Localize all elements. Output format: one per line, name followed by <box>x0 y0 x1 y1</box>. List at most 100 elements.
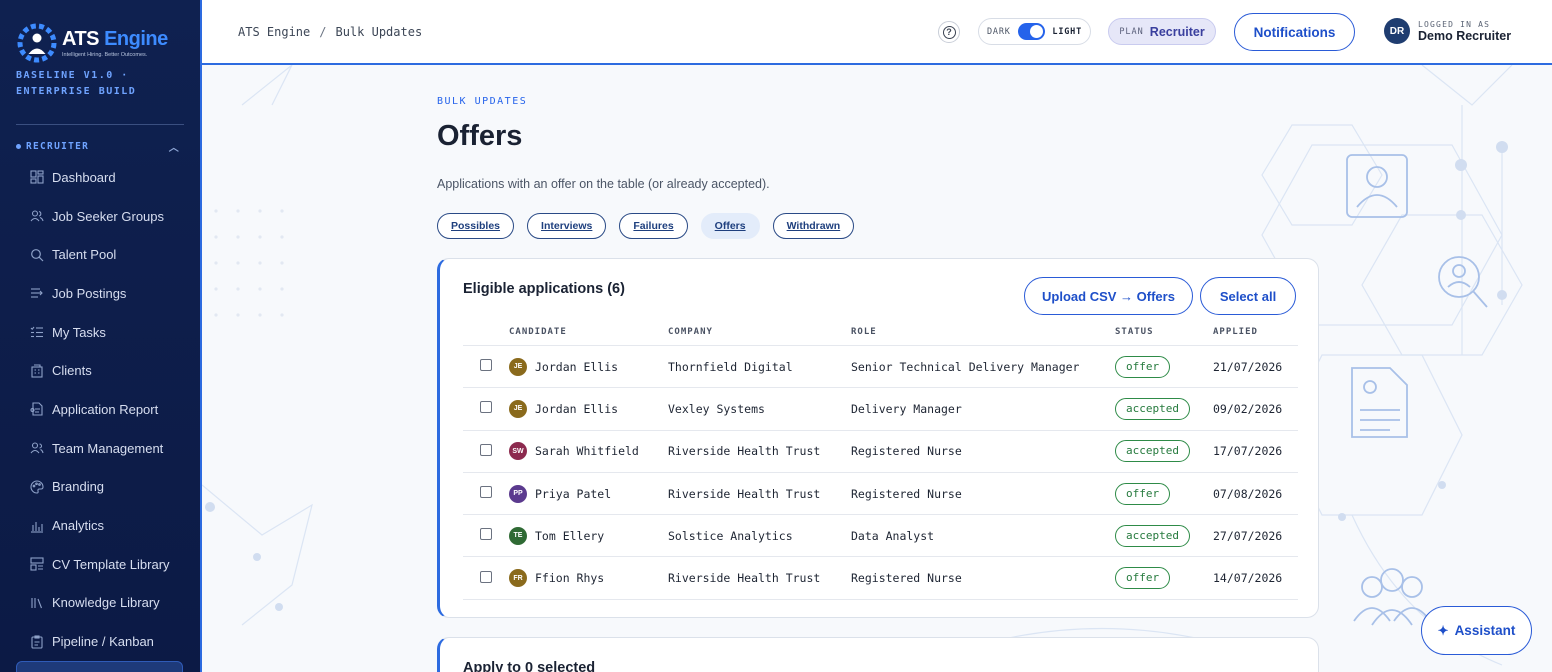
palette-icon <box>30 480 44 494</box>
section-dot-icon <box>16 144 21 149</box>
tab-withdrawn[interactable]: Withdrawn <box>772 213 855 239</box>
tab-failures[interactable]: Failures <box>619 213 688 239</box>
table-row[interactable]: FR Ffion Rhys Riverside Health Trust Regi… <box>463 557 1298 600</box>
sidebar-item-my-tasks[interactable]: My Tasks <box>16 313 184 352</box>
row-checkbox[interactable] <box>480 486 492 499</box>
sidebar-item-label: Knowledge Library <box>52 595 160 611</box>
bar-chart-icon <box>30 519 44 533</box>
dashboard-icon <box>30 170 44 184</box>
sidebar-item-label: Branding <box>52 479 105 495</box>
sidebar-section-recruiter[interactable]: RECRUITER ︿ <box>16 139 184 154</box>
plan-label: PLAN <box>1119 26 1144 37</box>
candidate-name[interactable]: Sarah Whitfield <box>535 444 639 458</box>
row-checkbox[interactable] <box>480 570 492 583</box>
applications-table: CANDIDATE COMPANY ROLE STATUS APPLIED JE… <box>463 319 1298 600</box>
role-name: Delivery Manager <box>851 401 962 416</box>
row-checkbox[interactable] <box>480 359 492 372</box>
gear-person-logo-icon <box>17 23 57 63</box>
clipboard-icon <box>30 635 44 649</box>
page-eyebrow: BULK UPDATES <box>437 96 528 107</box>
help-button[interactable]: ? <box>938 21 960 43</box>
search-icon <box>30 248 44 262</box>
brand-tagline: Intelligent Hiring. Better Outcomes. <box>62 52 148 58</box>
sidebar-item-application-report[interactable]: Application Report <box>16 390 184 429</box>
candidate-name[interactable]: Jordan Ellis <box>535 402 618 416</box>
table-row[interactable]: PP Priya Patel Riverside Health Trust Reg… <box>463 473 1298 516</box>
column-header-status: STATUS <box>1115 327 1154 337</box>
tasks-icon <box>30 325 44 339</box>
template-icon <box>30 557 44 571</box>
notifications-button[interactable]: Notifications <box>1234 13 1355 51</box>
status-badge: offer <box>1115 482 1171 505</box>
theme-dark-label: DARK <box>987 26 1011 37</box>
table-row[interactable]: TE Tom Ellery Solstice Analytics Data Ana… <box>463 515 1298 558</box>
sidebar-item-cv-template-library[interactable]: CV Template Library <box>16 545 184 584</box>
sidebar-item-team-management[interactable]: Team Management <box>16 429 184 468</box>
sidebar-item-label: Application Report <box>52 401 159 417</box>
status-badge: accepted <box>1115 397 1190 420</box>
upload-csv-button[interactable]: Upload CSV → Offers <box>1024 277 1193 315</box>
avatar: JE <box>509 357 527 376</box>
tab-possibles[interactable]: Possibles <box>437 213 515 239</box>
brand-logo[interactable]: ATS Engine Intelligent Hiring. Better Ou… <box>16 22 168 64</box>
user-menu[interactable]: DR LOGGED IN AS Demo Recruiter <box>1384 18 1511 44</box>
company-name: Riverside Health Trust <box>668 571 821 586</box>
toggle-knob <box>1030 25 1044 38</box>
sidebar-item-label: Talent Pool <box>52 247 117 263</box>
building-icon <box>30 364 44 378</box>
sidebar-item-branding[interactable]: Branding <box>16 468 184 507</box>
plan-value: Recruiter <box>1149 24 1205 39</box>
sidebar-item-label: Team Management <box>52 440 164 456</box>
sidebar-item-analytics[interactable]: Analytics <box>16 506 184 545</box>
sidebar-item-clients[interactable]: Clients <box>16 351 184 390</box>
sidebar-item-label: CV Template Library <box>52 556 170 572</box>
sidebar-item-knowledge-library[interactable]: Knowledge Library <box>16 584 184 623</box>
sidebar-item-label: Dashboard <box>52 169 116 185</box>
avatar: PP <box>509 484 527 503</box>
sidebar-item-talent-pool[interactable]: Talent Pool <box>16 235 184 274</box>
table-row[interactable]: SW Sarah Whitfield Riverside Health Trust… <box>463 431 1298 473</box>
breadcrumb-home[interactable]: ATS Engine <box>238 25 310 39</box>
apply-selected-card: Apply to 0 selected <box>437 637 1319 672</box>
column-header-candidate: CANDIDATE <box>509 327 567 337</box>
sidebar-item-label: Pipeline / Kanban <box>52 634 154 650</box>
apply-title: Apply to 0 selected <box>463 660 596 672</box>
role-name: Data Analyst <box>851 528 935 543</box>
assistant-button[interactable]: ✦ Assistant <box>1421 606 1532 655</box>
applied-date: 14/07/2026 <box>1213 571 1283 586</box>
candidate-name[interactable]: Ffion Rhys <box>535 571 604 585</box>
sidebar-item-job-postings[interactable]: Job Postings <box>16 274 184 313</box>
brand-name: ATS Engine <box>62 28 168 50</box>
sidebar-item-dashboard[interactable]: Dashboard <box>16 158 184 197</box>
team-icon <box>30 441 44 455</box>
assistant-label: Assistant <box>1454 623 1516 638</box>
column-header-company: COMPANY <box>668 327 713 337</box>
sidebar-item-active-bulk-updates[interactable] <box>16 661 183 672</box>
table-row[interactable]: JE Jordan Ellis Thornfield Digital Senior… <box>463 346 1298 389</box>
tab-offers[interactable]: Offers <box>700 213 760 239</box>
toggle-switch[interactable] <box>1017 23 1046 40</box>
sparkle-icon: ✦ <box>1437 622 1449 638</box>
company-name: Riverside Health Trust <box>668 444 821 459</box>
company-name: Riverside Health Trust <box>668 486 821 501</box>
table-row[interactable]: JE Jordan Ellis Vexley Systems Delivery M… <box>463 388 1298 431</box>
row-checkbox[interactable] <box>480 528 492 541</box>
sidebar-item-pipeline-kanban[interactable]: Pipeline / Kanban <box>16 622 184 661</box>
row-checkbox[interactable] <box>480 443 492 456</box>
theme-toggle[interactable]: DARK LIGHT <box>978 18 1091 45</box>
candidate-name[interactable]: Priya Patel <box>535 487 611 501</box>
page-title: Offers <box>437 120 523 152</box>
candidate-name[interactable]: Tom Ellery <box>535 529 604 543</box>
avatar: TE <box>509 526 527 545</box>
candidate-name[interactable]: Jordan Ellis <box>535 360 618 374</box>
applied-date: 07/08/2026 <box>1213 486 1283 501</box>
company-name: Vexley Systems <box>668 401 765 416</box>
sidebar-item-job-seeker-groups[interactable]: Job Seeker Groups <box>16 197 184 236</box>
sidebar-item-label: Analytics <box>52 518 105 534</box>
breadcrumb-current: Bulk Updates <box>335 25 423 39</box>
tab-interviews[interactable]: Interviews <box>527 213 607 239</box>
company-name: Solstice Analytics <box>668 528 793 543</box>
row-checkbox[interactable] <box>480 401 492 414</box>
page-subtitle: Applications with an offer on the table … <box>437 177 770 191</box>
select-all-button[interactable]: Select all <box>1200 277 1296 315</box>
